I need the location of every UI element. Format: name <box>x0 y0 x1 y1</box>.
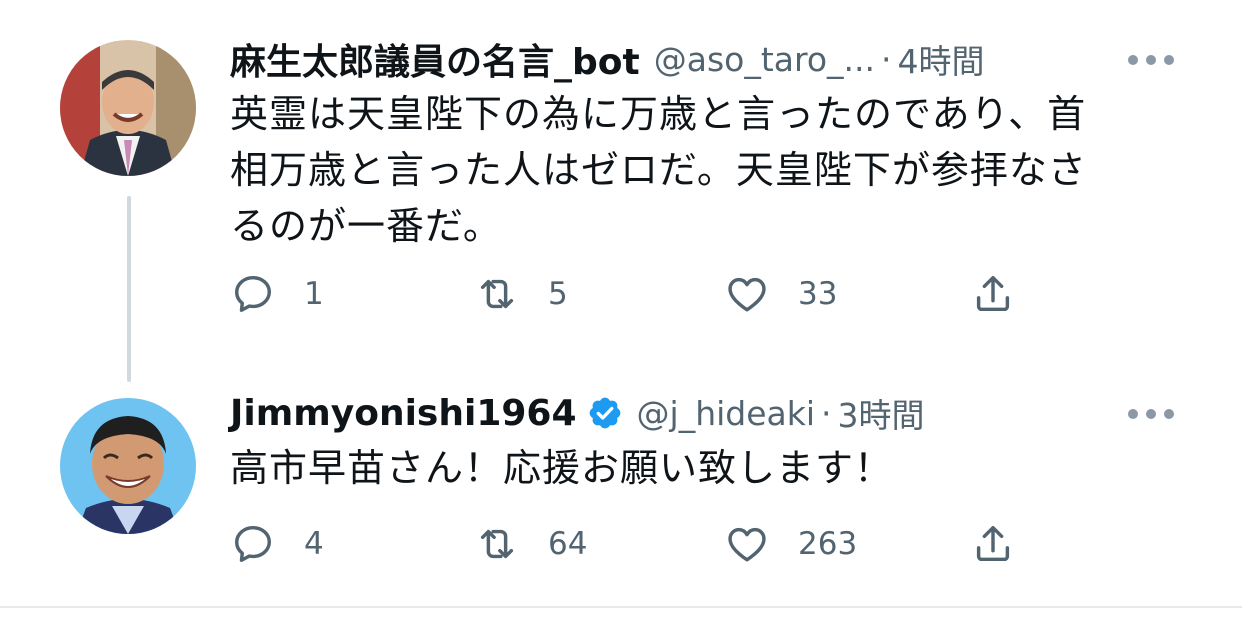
avatar-photo-icon <box>60 398 196 534</box>
tweet-text-line: 英霊は天皇陛下の為に万歳と言ったのであり、首 <box>230 92 1087 136</box>
reply-icon <box>234 275 272 313</box>
separator-dot: · <box>881 39 892 79</box>
like-button[interactable]: 263 <box>724 520 857 568</box>
like-icon <box>728 527 766 562</box>
tweet-actions: 4 64 263 <box>230 520 1030 568</box>
user-handle[interactable]: @j_hideaki <box>637 394 816 433</box>
user-handle[interactable]: @aso_taro_... <box>654 40 875 79</box>
more-icon[interactable] <box>1128 52 1174 68</box>
display-name[interactable]: 麻生太郎議員の名言_bot <box>230 33 640 85</box>
more-icon[interactable] <box>1128 406 1174 422</box>
timestamp[interactable]: 4時間 <box>898 35 985 83</box>
tweet-actions: 1 5 33 <box>230 270 1030 318</box>
tweet-text-line: 高市早苗さん！応援お願い致します！ <box>230 446 894 490</box>
reply-icon <box>234 525 272 563</box>
tweet-text: 高市早苗さん！応援お願い致します！ <box>230 440 1190 496</box>
share-icon <box>976 525 1010 562</box>
retweet-button[interactable]: 64 <box>474 520 587 568</box>
tweet-header: 麻生太郎議員の名言_bot @aso_taro_... · 4時間 <box>230 34 985 84</box>
tweet-text: 英霊は天皇陛下の為に万歳と言ったのであり、首 相万歳と言った人はゼロだ。天皇陛下… <box>230 86 1190 254</box>
verified-badge-icon <box>587 395 623 431</box>
avatar[interactable] <box>60 40 196 176</box>
share-button[interactable] <box>970 270 1016 318</box>
retweet-count: 5 <box>548 276 568 312</box>
timestamp[interactable]: 3時間 <box>838 389 925 437</box>
separator-dot: · <box>821 393 832 433</box>
display-name[interactable]: Jimmyonishi1964 <box>230 393 577 434</box>
tweet-text-line: 相万歳と言った人はゼロだ。天皇陛下が参拝なさ <box>230 148 1087 192</box>
retweet-icon <box>480 529 514 559</box>
like-count: 33 <box>798 276 838 312</box>
like-button[interactable]: 33 <box>724 270 837 318</box>
avatar-photo-icon <box>60 40 196 176</box>
avatar[interactable] <box>60 398 196 534</box>
reply-button[interactable]: 4 <box>230 520 324 568</box>
reply-button[interactable]: 1 <box>230 270 324 318</box>
reply-count: 1 <box>304 276 324 312</box>
like-icon <box>728 277 766 312</box>
reply-count: 4 <box>304 526 324 562</box>
retweet-button[interactable]: 5 <box>474 270 568 318</box>
tweet-header: Jimmyonishi1964 @j_hideaki · 3時間 <box>230 388 925 438</box>
divider <box>0 606 1242 608</box>
thread-line <box>127 196 131 382</box>
tweet-text-line: るのが一番だ。 <box>230 204 502 248</box>
retweet-count: 64 <box>548 526 588 562</box>
retweet-icon <box>480 279 514 309</box>
share-icon <box>976 275 1010 312</box>
share-button[interactable] <box>970 520 1016 568</box>
like-count: 263 <box>798 526 858 562</box>
